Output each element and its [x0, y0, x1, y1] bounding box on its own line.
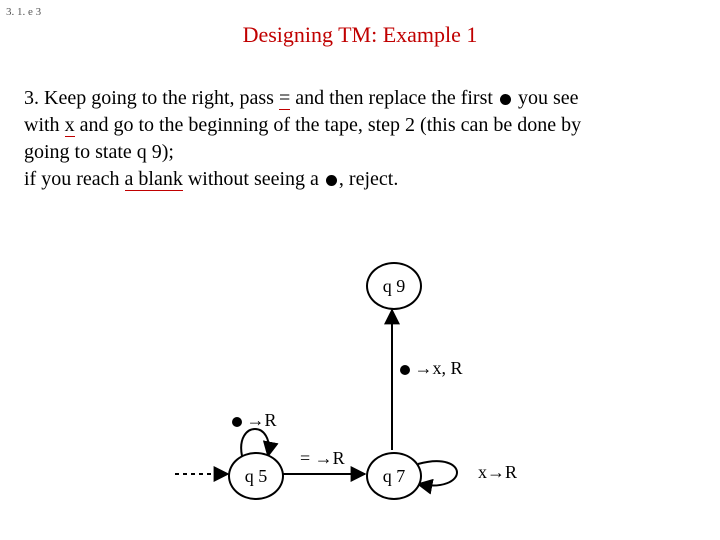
text: with: [24, 114, 65, 136]
transition-q5-loop: →R: [232, 410, 277, 431]
symbol-dot-icon: [326, 175, 337, 186]
text: you see: [513, 87, 579, 109]
transition-q5-q7: = →R: [300, 448, 345, 469]
text: if you reach: [24, 168, 125, 190]
text: and then replace the first: [290, 87, 498, 109]
label-text: →x, R: [415, 358, 463, 378]
algorithm-step-text: 3. Keep going to the right, pass = and t…: [24, 85, 694, 193]
symbol-dot-icon: [500, 94, 511, 105]
text: and go to the beginning of the tape, ste…: [75, 114, 582, 136]
text: without seeing a: [183, 168, 324, 190]
text-underlined: a blank: [125, 168, 183, 191]
transition-q7-loop: x→R: [478, 462, 517, 483]
text: 3. Keep going to the right, pass: [24, 87, 279, 109]
symbol-dot-icon: [400, 365, 410, 375]
text-underlined: =: [279, 87, 290, 110]
page-title: Designing TM: Example 1: [0, 22, 720, 48]
state-q9: q 9: [366, 262, 422, 310]
transition-q7-q9: →x, R: [400, 358, 463, 379]
symbol-dot-icon: [232, 417, 242, 427]
state-diagram: q 9 q 5 q 7 →x, R →R = →R x→R: [0, 250, 720, 530]
slide-number: 3. 1. e 3: [6, 6, 41, 18]
diagram-edges: [0, 250, 720, 530]
text: , reject.: [339, 168, 398, 190]
state-q5: q 5: [228, 452, 284, 500]
state-q7: q 7: [366, 452, 422, 500]
text: going to state q 9);: [24, 141, 174, 163]
label-text: →R: [247, 410, 277, 430]
text-underlined: x: [65, 114, 75, 137]
